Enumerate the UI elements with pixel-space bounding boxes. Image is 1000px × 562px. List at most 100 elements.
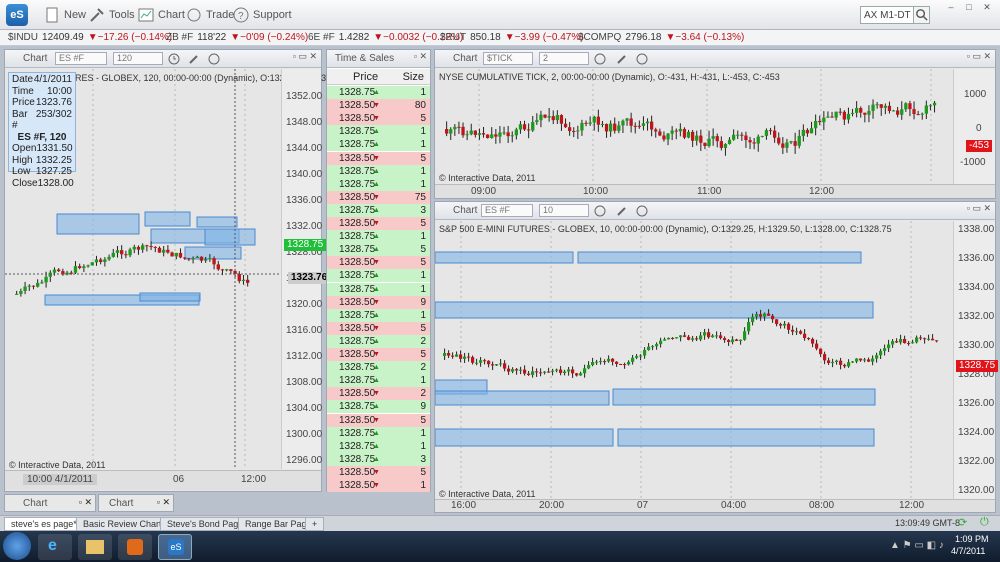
panel-controls-icon[interactable]: ▫ ✕ [157, 497, 170, 508]
ts-row[interactable]: 1328.75 ▲ 1 [327, 308, 430, 322]
candle-body [797, 135, 801, 146]
ts-row[interactable]: 1328.75 ▲ 1 [327, 282, 430, 296]
ts-row[interactable]: 1328.75 ▲ 1 [327, 177, 430, 191]
candle-body [801, 129, 805, 136]
ts-row[interactable]: 1328.75 ▲ 2 [327, 361, 430, 375]
ts-row[interactable]: 1328.75 ▲ 1 [327, 138, 430, 152]
price-axis[interactable]: 1352.00 1348.00 1344.00 1340.00 1336.00 1332.… [281, 69, 331, 469]
esignal-logo[interactable]: eS [6, 4, 28, 26]
ticker-item[interactable]: $COMPQ 2796.18 ▼−3.64 (−0.13%) [578, 32, 744, 43]
clock-icon[interactable] [593, 204, 607, 218]
ts-row[interactable]: 1328.75 ▲ 1 [327, 426, 430, 440]
esignal-taskbar-icon[interactable]: eS [158, 534, 192, 560]
tab-basic-review-charts[interactable]: Basic Review Charts [76, 517, 174, 531]
panel-controls-icon[interactable]: ▫ ✕ [79, 497, 92, 508]
internet-explorer-icon[interactable]: e [38, 534, 72, 560]
time-axis[interactable]: 10:00 4/1/2011 06 12:00 [5, 470, 321, 490]
ts-row[interactable]: 1328.75 ▲ 1 [327, 374, 430, 388]
ts-row[interactable]: 1328.50 ▼ 2 [327, 387, 430, 401]
ticker-item[interactable]: ZB #F 118'22 ▼−0'09 (−0.24%) [166, 32, 308, 43]
tray-icons[interactable]: ▲ ⚑ ▭ ◧ ♪ [890, 540, 944, 551]
restore-icon[interactable]: □ [962, 2, 976, 12]
refresh-icon[interactable] [635, 204, 649, 218]
power-icon[interactable]: ⏻ [980, 516, 989, 529]
symbol-dropdown[interactable]: ES #F [481, 204, 533, 217]
add-tab-button[interactable]: + [305, 517, 325, 531]
candle-body [166, 249, 170, 253]
ts-row[interactable]: 1328.75 ▲ 3 [327, 203, 430, 217]
price-axis[interactable]: 1338.00 1336.00 1334.00 1332.00 1330.00 1328.… [953, 221, 999, 499]
ts-row[interactable]: 1328.75 ▲ 1 [327, 269, 430, 283]
symbol-dropdown[interactable]: ES #F [55, 52, 107, 65]
value-axis[interactable]: 1000 0 -1000 -453 [953, 69, 995, 184]
ts-row[interactable]: 1328.50 ▼ 1 [327, 479, 430, 493]
ts-row[interactable]: 1328.50 ▼ 5 [327, 112, 430, 126]
ts-row[interactable]: 1328.50 ▼ 9 [327, 295, 430, 309]
ts-row[interactable]: 1328.75 ▲ 1 [327, 439, 430, 453]
candle-body [875, 104, 879, 106]
trade-button[interactable]: Trade [186, 6, 234, 24]
minimized-chart[interactable]: Chart ▫ ✕ [4, 494, 96, 512]
panel-controls-icon[interactable]: ▫ ▭ ✕ [967, 51, 991, 62]
tab-steves-bond-page[interactable]: Steve's Bond Page [160, 517, 251, 531]
ts-row[interactable]: 1328.50 ▼ 5 [327, 321, 430, 335]
pencil-icon[interactable] [615, 52, 629, 66]
ts-row[interactable]: 1328.75 ▲ 9 [327, 400, 430, 414]
clock-icon[interactable] [167, 52, 181, 66]
price-column-header[interactable]: Price [353, 71, 378, 83]
panel-controls-icon[interactable]: ▫ ▭ ✕ [293, 51, 317, 62]
ts-row[interactable]: 1328.50 ▼ 5 [327, 465, 430, 479]
interval-dropdown[interactable]: 2 [539, 52, 589, 65]
interval-dropdown[interactable]: 120 [113, 52, 163, 65]
size-column-header[interactable]: Size [403, 71, 424, 83]
new-button[interactable]: New [44, 6, 86, 24]
ts-row[interactable]: 1328.75 ▲ 1 [327, 230, 430, 244]
time-axis[interactable]: 09:00 10:00 11:00 12:00 [435, 184, 995, 198]
clock-date[interactable]: 4/7/2011 [951, 546, 985, 556]
symbol-dropdown[interactable]: $TICK [483, 52, 533, 65]
ts-row[interactable]: 1328.75 ▲ 5 [327, 243, 430, 257]
connection-icon[interactable]: ⟳ [958, 516, 967, 529]
pencil-icon[interactable] [615, 204, 629, 218]
ts-row[interactable]: 1328.75 ▲ 1 [327, 125, 430, 139]
panel-controls-icon[interactable]: ▫ ▭ ✕ [967, 203, 991, 214]
ts-row[interactable]: 1328.50 ▼ 80 [327, 99, 430, 113]
time-axis[interactable]: 16:00 20:00 07 04:00 08:00 12:00 [435, 499, 995, 512]
ticker-item[interactable]: $INDU 12409.49 ▼−17.26 (−0.14%) [8, 32, 172, 43]
interval-dropdown[interactable]: 10 [539, 204, 589, 217]
clock-icon[interactable] [593, 52, 607, 66]
support-button[interactable]: ? Support [233, 6, 292, 24]
ts-row[interactable]: 1328.75 ▲ 1 [327, 164, 430, 178]
panel-controls-icon[interactable]: ▫ ✕ [414, 51, 427, 62]
x-axis-label: 10:00 [583, 186, 609, 197]
ticker-item[interactable]: $RUT 850.18 ▼−3.99 (−0.47%) [440, 32, 584, 43]
candle-body [736, 134, 740, 136]
folder-icon[interactable] [78, 534, 112, 560]
minimized-chart[interactable]: Chart ▫ ✕ [98, 494, 174, 512]
minimize-icon[interactable]: – [944, 2, 958, 12]
refresh-icon[interactable] [207, 52, 221, 66]
ts-row[interactable]: 1328.50 ▼ 5 [327, 217, 430, 231]
refresh-icon[interactable] [635, 52, 649, 66]
ts-row[interactable]: 1328.75 ▲ 1 [327, 86, 430, 100]
ts-row[interactable]: 1328.50 ▼ 5 [327, 151, 430, 165]
chart-button[interactable]: Chart [138, 6, 185, 24]
ts-row[interactable]: 1328.50 ▼ 5 [327, 256, 430, 270]
close-icon[interactable]: ✕ [980, 2, 994, 12]
ts-row[interactable]: 1328.50 ▼ 5 [327, 348, 430, 362]
ts-row[interactable]: 1328.75 ▲ 3 [327, 452, 430, 466]
tab-steves-es-page[interactable]: steve's es page* [4, 517, 84, 531]
chart-plot-area[interactable]: NYSE CUMULATIVE TICK, 2, 00:00-00:00 (Dy… [435, 69, 953, 184]
ts-row[interactable]: 1328.75 ▲ 2 [327, 334, 430, 348]
ts-size: 1 [420, 309, 426, 321]
search-button[interactable] [913, 6, 930, 24]
candle-body [225, 269, 229, 271]
start-button-icon[interactable] [3, 532, 31, 560]
ts-row[interactable]: 1328.50 ▼ 75 [327, 190, 430, 204]
media-player-icon[interactable] [118, 534, 152, 560]
pencil-icon[interactable] [187, 52, 201, 66]
clock-time[interactable]: 1:09 PM [955, 534, 989, 544]
tools-button[interactable]: Tools [89, 6, 135, 24]
ts-row[interactable]: 1328.50 ▼ 5 [327, 413, 430, 427]
chart-plot-area[interactable]: S&P 500 E-MINI FUTURES - GLOBEX, 10, 00:… [434, 221, 953, 499]
